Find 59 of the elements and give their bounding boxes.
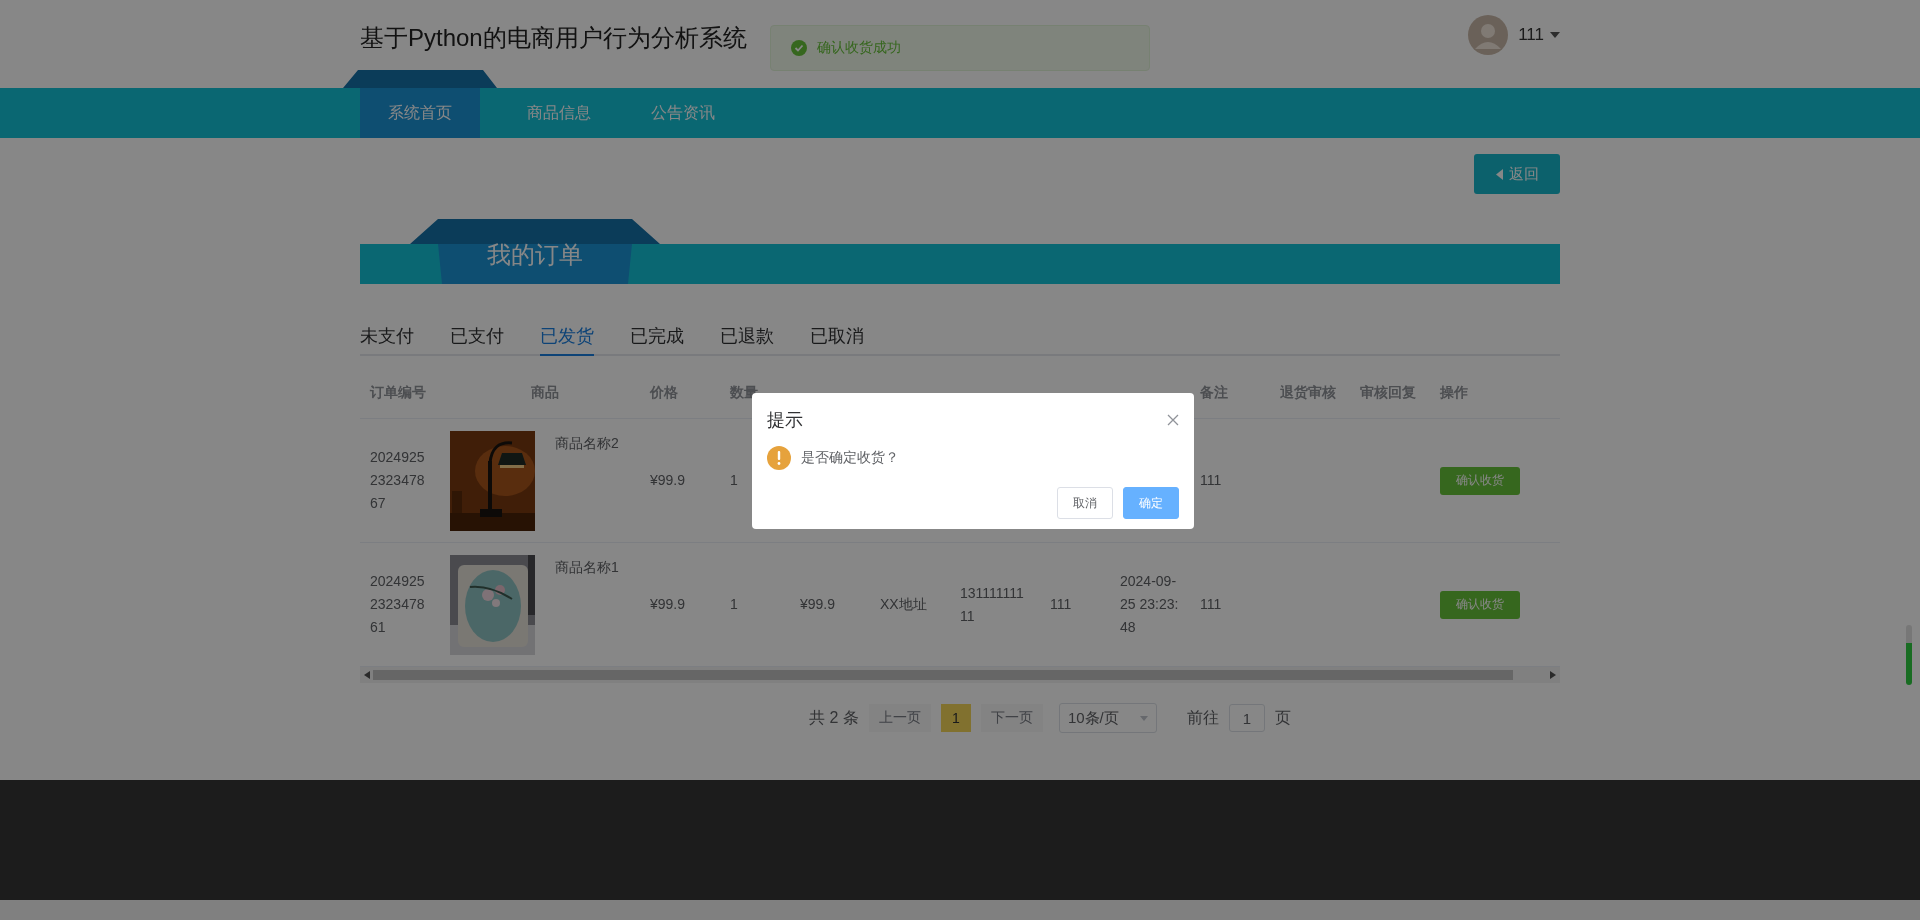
column-header: 操作	[1439, 384, 1469, 402]
section-title: 我的订单	[410, 219, 660, 284]
table-cell-text: XX地址	[879, 595, 928, 614]
total-count: 共 2 条	[809, 707, 859, 728]
order-status-tab[interactable]: 已完成	[630, 324, 684, 356]
horizontal-scrollbar[interactable]	[360, 667, 1560, 683]
back-arrow-icon	[1495, 168, 1503, 180]
column-header: 备注	[1199, 384, 1229, 402]
scroll-left-icon[interactable]	[364, 671, 370, 679]
warning-icon	[767, 446, 791, 470]
order-status-tab[interactable]: 已支付	[450, 324, 504, 356]
caret-icon	[1139, 715, 1148, 721]
close-icon[interactable]	[1167, 414, 1179, 426]
scroll-right-icon[interactable]	[1550, 671, 1556, 679]
column-header: 审核回复	[1359, 384, 1417, 402]
dialog-message: 是否确定收货？	[801, 449, 899, 467]
site-title: 基于Python的电商用户行为分析系统	[360, 23, 747, 53]
table-cell-text: 2024-09-25 23:23:48	[1119, 572, 1180, 637]
cancel-button[interactable]: 取消	[1057, 487, 1113, 519]
toast-message: 确认收货成功	[817, 39, 901, 57]
page-size-select[interactable]: 10条/页	[1058, 703, 1157, 733]
order-status-tab[interactable]: 已退款	[720, 324, 774, 356]
page-suffix: 页	[1274, 707, 1291, 728]
order-status-tab[interactable]: 已发货	[540, 324, 594, 356]
nav-tab[interactable]: 商品信息	[497, 88, 621, 138]
column-header: 退货审核	[1279, 384, 1337, 402]
table-cell-text: ¥99.9	[649, 471, 687, 490]
page-number[interactable]: 1	[940, 704, 971, 732]
table-cell-text: 2024925232347861	[369, 572, 426, 637]
nav-tab[interactable]: 公告资讯	[621, 88, 745, 138]
back-button[interactable]: 返回	[1474, 154, 1560, 194]
table-cell-text: 2024925232347867	[369, 448, 426, 513]
avatar-icon	[1468, 15, 1509, 55]
order-status-tab[interactable]: 未支付	[360, 324, 414, 356]
table-cell-text: 111	[1199, 471, 1223, 490]
table-cell-text: 1	[729, 471, 739, 490]
goto-label: 前往	[1186, 707, 1219, 728]
dialog-title: 提示	[767, 409, 803, 432]
order-status-tab[interactable]: 已取消	[810, 324, 864, 356]
confirm-button[interactable]: 确定	[1123, 487, 1179, 519]
table-cell-text: 111	[1049, 595, 1073, 614]
confirm-receipt-button[interactable]: 确认收货	[1440, 590, 1520, 619]
table-cell-text: 13111111111	[959, 583, 1025, 626]
goto-page-field[interactable]: 1	[1228, 704, 1265, 732]
column-header: 商品	[530, 384, 560, 402]
caret-icon	[1550, 32, 1560, 38]
product-name: 商品名称2	[555, 435, 619, 453]
table-cell-text: ¥99.9	[799, 595, 837, 614]
user-menu[interactable]: 111	[1518, 25, 1560, 45]
table-cell-text: 1	[729, 595, 739, 614]
confirm-receipt-button[interactable]: 确认收货	[1440, 466, 1520, 495]
product-name: 商品名称1	[555, 559, 619, 577]
table-cell-text: 111	[1199, 595, 1223, 614]
column-header: 订单编号	[368, 384, 427, 402]
table-cell-text: ¥99.9	[649, 595, 687, 614]
scroll-indicator	[1906, 625, 1912, 685]
column-header: 价格	[648, 384, 679, 402]
nav-tab[interactable]: 系统首页	[343, 70, 497, 138]
success-icon	[791, 40, 807, 56]
